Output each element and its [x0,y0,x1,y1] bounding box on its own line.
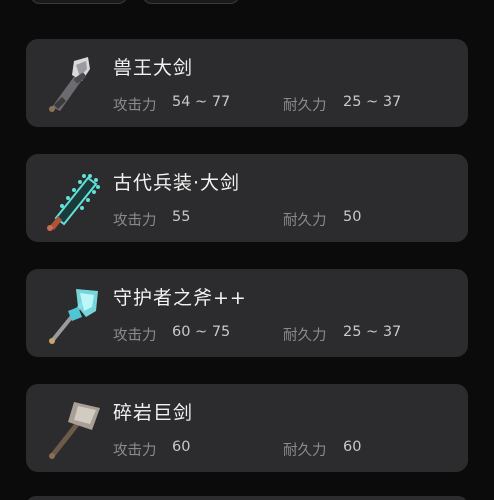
next-weapon-card-partial[interactable] [26,496,468,500]
weapon-card[interactable]: 碎岩巨剑 攻击力 60 耐久力 60 [26,384,468,472]
weapon-card[interactable]: 古代兵装·大剑 攻击力 55 耐久力 50 [26,154,468,242]
attack-value: 60 ~ 75 [172,324,231,340]
weapon-card[interactable]: 守护者之斧++ 攻击力 60 ~ 75 耐久力 25 ~ 37 [26,269,468,357]
durability-label: 耐久力 [283,443,327,459]
weapon-list: 兽王大剑 攻击力 54 ~ 77 耐久力 25 ~ 37 古代兵装·大剑 攻击力… [26,39,468,499]
durability-label: 耐久力 [283,98,327,114]
weapon-name: 古代兵装·大剑 [113,172,241,194]
beast-king-greatsword-icon [38,47,110,119]
attack-label: 攻击力 [113,98,157,114]
durability-label: 耐久力 [283,328,327,344]
attack-label: 攻击力 [113,443,157,459]
durability-label: 耐久力 [283,213,327,229]
durability-value: 60 [343,439,362,455]
attack-value: 54 ~ 77 [172,94,231,110]
filter-chip-right[interactable] [142,0,240,4]
ancient-greatsword-icon [38,162,110,234]
guardian-axe-icon [38,277,110,349]
attack-label: 攻击力 [113,328,157,344]
weapon-name: 碎岩巨剑 [113,402,194,424]
durability-value: 25 ~ 37 [343,324,402,340]
durability-value: 25 ~ 37 [343,94,402,110]
weapon-name: 兽王大剑 [113,57,194,79]
durability-value: 50 [343,209,362,225]
attack-value: 60 [172,439,191,455]
weapon-card[interactable]: 兽王大剑 攻击力 54 ~ 77 耐久力 25 ~ 37 [26,39,468,127]
attack-value: 55 [172,209,191,225]
cobble-crusher-icon [38,392,110,464]
weapon-name: 守护者之斧++ [113,287,247,309]
attack-label: 攻击力 [113,213,157,229]
filter-chip-left[interactable] [30,0,128,4]
